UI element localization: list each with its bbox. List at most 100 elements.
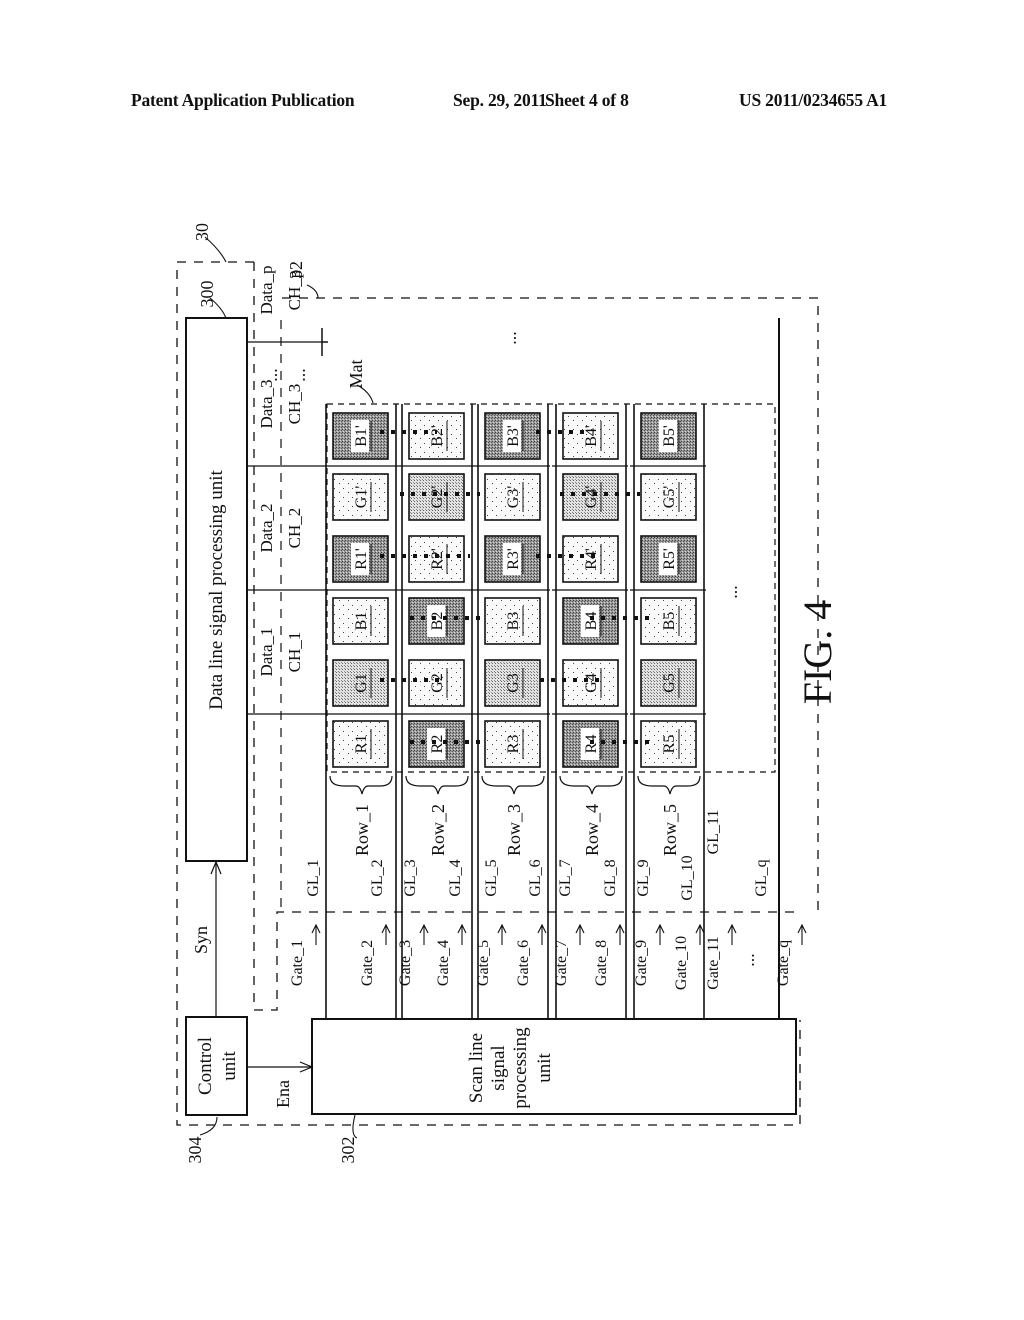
pixel-label: G1' bbox=[353, 486, 370, 509]
row-brace bbox=[637, 775, 701, 795]
gate-signal-label: Gate_6 bbox=[515, 940, 532, 986]
syn-label: Syn bbox=[191, 926, 211, 954]
pixel-cell: R2' bbox=[408, 535, 465, 583]
row-label: Row_3 bbox=[504, 804, 524, 856]
pixel-cell: R3' bbox=[484, 535, 541, 583]
ref-leader-304 bbox=[199, 1116, 218, 1136]
gate-signal-label: Gate_1 bbox=[289, 940, 306, 986]
ch-p-terminal bbox=[321, 328, 328, 356]
control-unit-label-2: unit bbox=[219, 1051, 240, 1081]
gate-line-label: GL_5 bbox=[483, 859, 500, 896]
pixel-label: B5' bbox=[661, 425, 678, 447]
pixel-cell: G5 bbox=[640, 659, 697, 707]
channel-label: CH_3 bbox=[285, 384, 304, 425]
pixel-label: B5 bbox=[661, 612, 678, 631]
gate-line-label: GL_2 bbox=[369, 859, 386, 896]
pixel-label: G1 bbox=[353, 673, 370, 693]
pixel-label: B2' bbox=[429, 425, 446, 447]
pixel-label: B1' bbox=[353, 425, 370, 447]
pixel-cell: R1' bbox=[332, 535, 389, 583]
pixel-label: B4' bbox=[583, 425, 600, 447]
row-brace bbox=[329, 775, 393, 795]
data-line-label: Data_3 bbox=[257, 379, 276, 428]
gate-signal-label: Gate_9 bbox=[633, 940, 650, 986]
pixel-label: R5 bbox=[661, 735, 678, 754]
ch-ellipsis: ... bbox=[289, 368, 309, 382]
pixel-cell: B1 bbox=[332, 597, 389, 645]
pixel-label: B3' bbox=[505, 425, 522, 447]
pixel-cell: B3' bbox=[484, 412, 541, 460]
row-label: Row_5 bbox=[660, 804, 680, 856]
row-brace bbox=[559, 775, 623, 795]
pixel-cell: G5' bbox=[640, 473, 697, 521]
pixel-label: G2' bbox=[429, 486, 446, 509]
pixel-cell: B2 bbox=[408, 597, 465, 645]
pixel-array: B1'G1'R1'B1G1R1Row_1B2'G2'R2'B2G2R2Row_2… bbox=[322, 404, 706, 1019]
gate-ellipsis: ... bbox=[738, 953, 758, 967]
pixel-cell: R1 bbox=[332, 720, 389, 768]
scan-unit-label-4: unit bbox=[534, 1053, 555, 1083]
row-label: Row_1 bbox=[352, 804, 372, 856]
gate-line-label: GL_7 bbox=[557, 859, 574, 896]
gate-line-label: GL_6 bbox=[527, 859, 544, 896]
scan-unit-label-1: Scan line bbox=[466, 1033, 487, 1103]
ref-leader-32 bbox=[306, 284, 319, 299]
gate-signal-label: Gate_11 bbox=[705, 936, 722, 990]
control-unit-label-1: Control bbox=[195, 1037, 216, 1095]
row-label: Row_2 bbox=[428, 804, 448, 856]
row-label: Row_4 bbox=[582, 804, 602, 856]
pixel-cell: G3' bbox=[484, 473, 541, 521]
pixel-label: G4' bbox=[583, 486, 600, 509]
row-ellipsis: ... bbox=[721, 585, 741, 599]
pixel-label: R3 bbox=[505, 735, 522, 754]
pixel-label: B1 bbox=[353, 612, 370, 631]
pixel-label: G3 bbox=[505, 673, 522, 693]
row-brace bbox=[405, 775, 469, 795]
gate-signal-label: Gate_4 bbox=[435, 940, 452, 986]
ref-300: 300 bbox=[197, 281, 217, 308]
data-line-label: Data_p bbox=[257, 265, 276, 314]
pixel-cell: R4' bbox=[562, 535, 619, 583]
pixel-cell: G4' bbox=[562, 473, 619, 521]
gate-signal-label: Gate_8 bbox=[593, 940, 610, 986]
gate-signal-label: Gate_2 bbox=[359, 940, 376, 986]
gate-line-label: GL_1 bbox=[305, 859, 322, 896]
mat-label: Mat bbox=[346, 360, 366, 389]
pixel-cell: G4 bbox=[562, 659, 619, 707]
scan-unit-label-2: signal bbox=[488, 1045, 509, 1090]
data-unit-label: Data line signal processing unit bbox=[206, 470, 227, 710]
gate-line-label: GL_9 bbox=[635, 859, 652, 896]
pixel-label: G2 bbox=[429, 673, 446, 693]
pixel-label: R2' bbox=[429, 548, 446, 570]
pixel-label: R3' bbox=[505, 548, 522, 570]
data-line-label: Data_2 bbox=[257, 503, 276, 552]
gate-line-label: GL_10 bbox=[679, 855, 696, 900]
gate-signal-label: Gate_q bbox=[775, 940, 792, 986]
mat-boundary bbox=[326, 403, 776, 773]
scan-unit-label-3: processing bbox=[510, 1027, 531, 1109]
pixel-cell: B4 bbox=[562, 597, 619, 645]
pixel-cell: B2' bbox=[408, 412, 465, 460]
pixel-cell: G1' bbox=[332, 473, 389, 521]
gate-line-label: GL_q bbox=[753, 859, 770, 896]
channel-label: CH_1 bbox=[285, 632, 304, 673]
pixel-cell: B5' bbox=[640, 412, 697, 460]
figure-4-diagram: B1'G1'R1'B1G1R1Row_1B2'G2'R2'B2G2R2Row_2… bbox=[176, 223, 840, 1164]
row-brace bbox=[481, 775, 545, 795]
channel-label: CH_p bbox=[285, 270, 304, 311]
pixel-cell: R3 bbox=[484, 720, 541, 768]
pixel-cell: B4' bbox=[562, 412, 619, 460]
pixel-label: R5' bbox=[661, 548, 678, 570]
column-ellipsis: ... bbox=[500, 331, 520, 345]
data-line-label: Data_1 bbox=[257, 627, 276, 676]
pixel-cell: G2 bbox=[408, 659, 465, 707]
gate-signal-label: Gate_10 bbox=[673, 936, 690, 990]
pixel-cell: G2' bbox=[408, 473, 465, 521]
gate-line-label: GL_11 bbox=[705, 810, 722, 855]
pixel-label: R1 bbox=[353, 735, 370, 754]
pixel-cell: G1 bbox=[332, 659, 389, 707]
pixel-cell: B5 bbox=[640, 597, 697, 645]
gate-signal-label: Gate_7 bbox=[553, 940, 570, 986]
pixel-label: G3' bbox=[505, 486, 522, 509]
gate-line-label: GL_3 bbox=[402, 859, 419, 896]
